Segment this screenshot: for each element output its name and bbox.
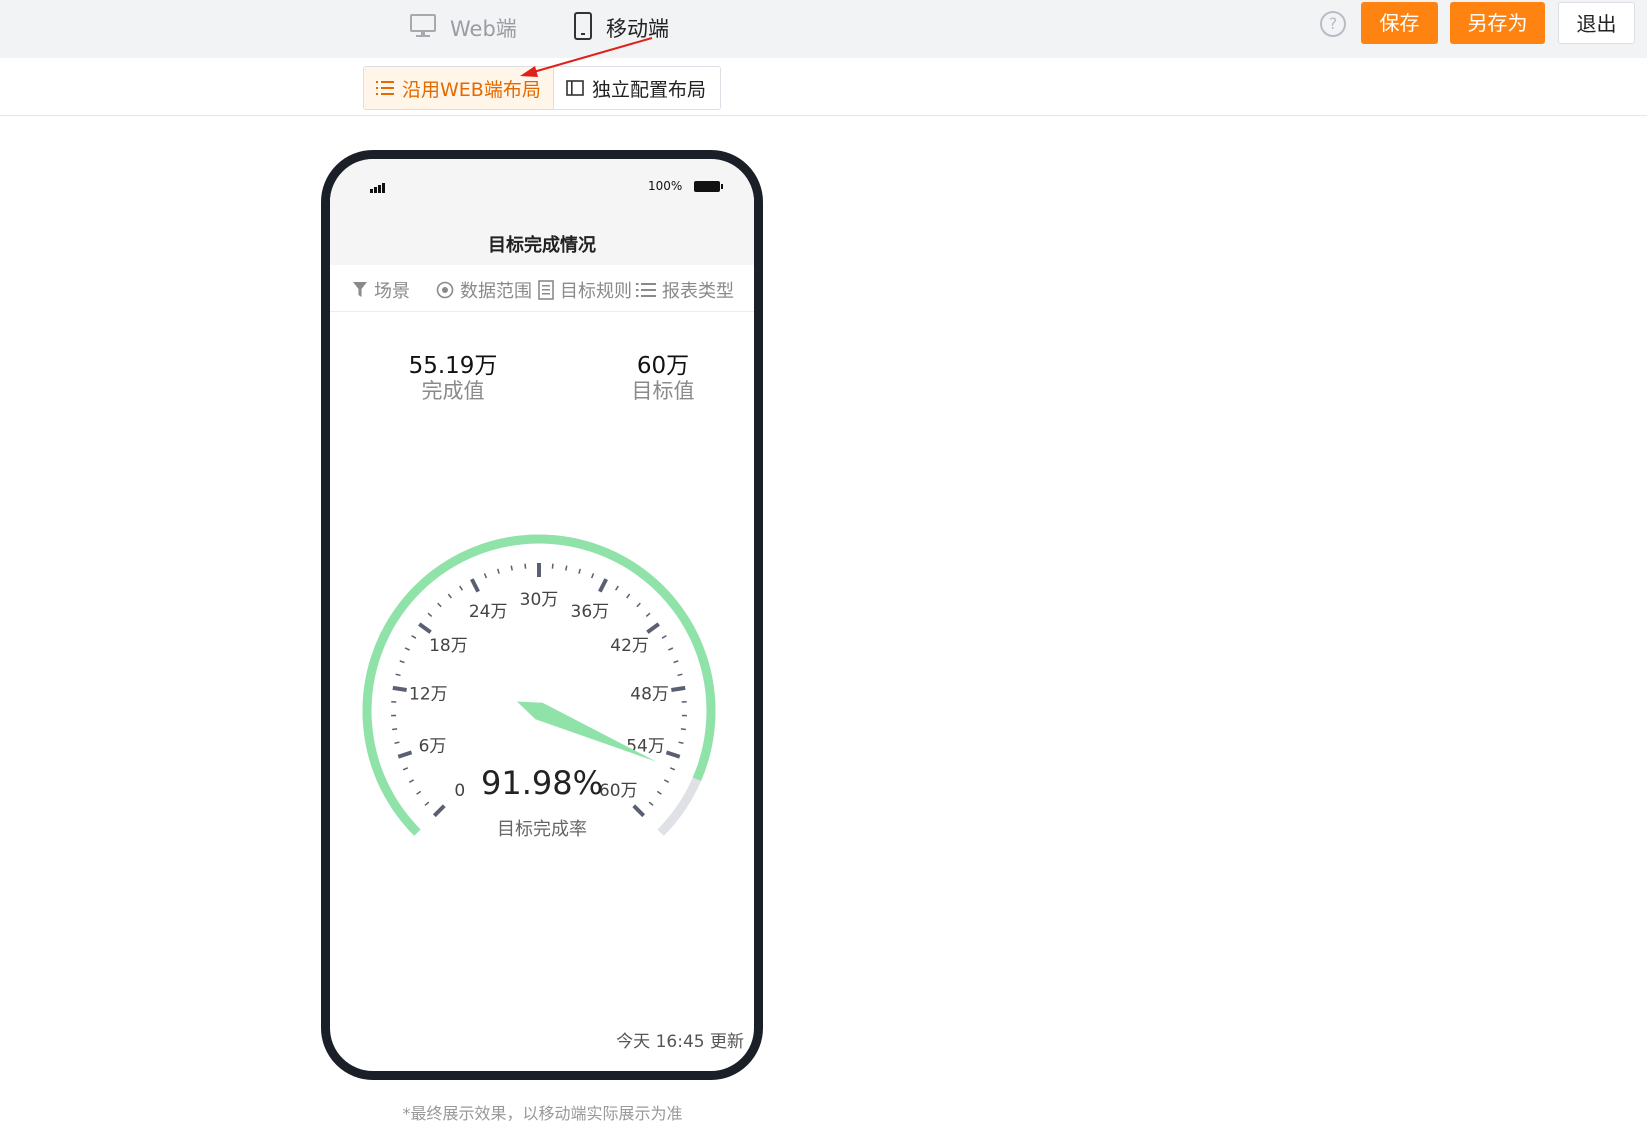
target-label: 目标值 <box>631 379 695 403</box>
filter-bar: 场景 数据范围 目标规则 报表类型 <box>330 265 754 312</box>
gauge-major-tick <box>665 750 681 759</box>
gauge-minor-tick <box>496 568 500 574</box>
gauge-minor-tick <box>673 660 679 664</box>
gauge-tick-label: 18万 <box>429 636 468 656</box>
gauge-minor-tick <box>614 585 619 591</box>
signal-icon <box>370 183 385 193</box>
gauge-tick-label: 36万 <box>571 602 610 622</box>
gauge-minor-tick <box>392 728 398 731</box>
gauge-minor-tick <box>459 585 464 591</box>
gauge-minor-tick <box>404 647 410 651</box>
independent-layout-label: 独立配置布局 <box>592 78 707 101</box>
phone-header: 100% 目标完成情况 <box>330 159 754 265</box>
filter-data-range[interactable]: 数据范围 <box>436 277 532 303</box>
gauge-minor-tick <box>437 602 442 608</box>
gauge-minor-tick <box>648 801 654 806</box>
layout-mode-switch: 沿用WEB端布局 独立配置布局 <box>363 66 721 110</box>
battery-percent: 100% <box>648 179 683 193</box>
tab-mobile-label: 移动端 <box>606 17 669 41</box>
target-value: 60万 <box>636 353 690 379</box>
gauge-minor-tick <box>399 660 405 664</box>
actual-label: 完成值 <box>421 379 485 403</box>
gauge-minor-tick <box>678 741 684 745</box>
tab-web-label: Web端 <box>450 17 517 41</box>
save-as-button[interactable]: 另存为 <box>1450 2 1545 44</box>
gauge-major-tick <box>397 750 413 759</box>
follow-web-layout-label: 沿用WEB端布局 <box>402 78 541 101</box>
filter-report-type[interactable]: 报表类型 <box>636 277 734 303</box>
gauge-minor-tick <box>590 573 595 579</box>
filter-data-range-label: 数据范围 <box>460 281 532 302</box>
panel-layout-icon <box>566 80 584 96</box>
gauge-major-tick <box>671 685 686 693</box>
monitor-icon <box>410 13 436 43</box>
gauge-tick-label: 48万 <box>630 684 669 704</box>
gauge-pointer <box>516 701 657 762</box>
follow-web-layout-option[interactable]: 沿用WEB端布局 <box>364 67 554 109</box>
gauge-tick-label: 30万 <box>520 590 559 610</box>
help-icon[interactable]: ? <box>1320 11 1346 37</box>
list-icon <box>636 282 656 298</box>
gauge-minor-tick <box>510 565 513 571</box>
kpi-target: 60万 目标值 <box>583 353 743 403</box>
tab-mobile[interactable]: 移动端 <box>574 8 669 48</box>
gauge-tick-label: 6万 <box>419 737 447 757</box>
list-icon <box>376 80 394 96</box>
gauge-minor-tick <box>427 612 433 617</box>
gauge-minor-tick <box>447 593 452 599</box>
filter-scene[interactable]: 场景 <box>352 277 410 303</box>
filter-report-type-label: 报表类型 <box>662 281 734 302</box>
gauge-major-tick <box>392 685 407 693</box>
top-bar: Web端 移动端 ? 保存 另存为 退出 <box>0 0 1647 58</box>
filter-scene-label: 场景 <box>374 281 410 302</box>
gauge-minor-tick <box>483 573 488 579</box>
gauge-minor-tick <box>395 673 401 677</box>
gauge-minor-tick <box>661 635 667 639</box>
phone-preview: 100% 目标完成情况 场景 数据范围 目标规则 报表类型 55.19万 完成值… <box>321 150 763 1080</box>
footnote: *最终展示效果，以移动端实际展示为准 <box>402 1104 683 1123</box>
funnel-icon <box>352 281 368 299</box>
gauge-percent: 91.98% <box>480 764 603 802</box>
page-title: 目标完成情况 <box>488 235 596 256</box>
exit-button[interactable]: 退出 <box>1558 2 1635 44</box>
filter-target-rule[interactable]: 目标规则 <box>538 277 632 303</box>
gauge-major-tick <box>598 578 608 593</box>
gauge-major-tick <box>418 622 432 634</box>
filter-target-rule-label: 目标规则 <box>560 281 632 302</box>
gauge-major-tick <box>470 578 480 593</box>
gauge-minor-tick <box>677 673 683 677</box>
gauge-minor-tick <box>668 647 674 651</box>
gauge-minor-tick <box>626 593 631 599</box>
independent-layout-option[interactable]: 独立配置布局 <box>554 67 720 109</box>
gauge-minor-tick <box>411 635 417 639</box>
battery-icon <box>694 181 723 192</box>
gauge-major-tick <box>646 622 660 634</box>
document-icon <box>538 280 554 300</box>
gauge-minor-tick <box>645 612 651 617</box>
gauge-tick-label: 24万 <box>469 602 508 622</box>
gauge-minor-tick <box>394 741 400 745</box>
mobile-phone-icon <box>574 11 592 45</box>
gauge-minor-tick <box>636 602 641 608</box>
gauge-label: 目标完成率 <box>497 819 587 840</box>
gauge-tick-label: 54万 <box>626 737 665 757</box>
gauge-minor-tick <box>565 565 568 571</box>
save-button[interactable]: 保存 <box>1361 2 1438 44</box>
target-icon <box>436 281 454 299</box>
gauge-minor-tick <box>424 801 430 806</box>
gauge-minor-tick <box>680 728 686 731</box>
gauge-minor-tick <box>578 568 582 574</box>
gauge-tick-label: 42万 <box>610 636 649 656</box>
divider <box>0 115 1647 116</box>
kpi-actual: 55.19万 完成值 <box>373 353 533 403</box>
update-time: 今天 16:45 更新 <box>616 1032 744 1052</box>
actual-value: 55.19万 <box>408 353 498 379</box>
tab-web[interactable]: Web端 <box>410 8 517 48</box>
gauge-tick-label: 12万 <box>409 684 448 704</box>
